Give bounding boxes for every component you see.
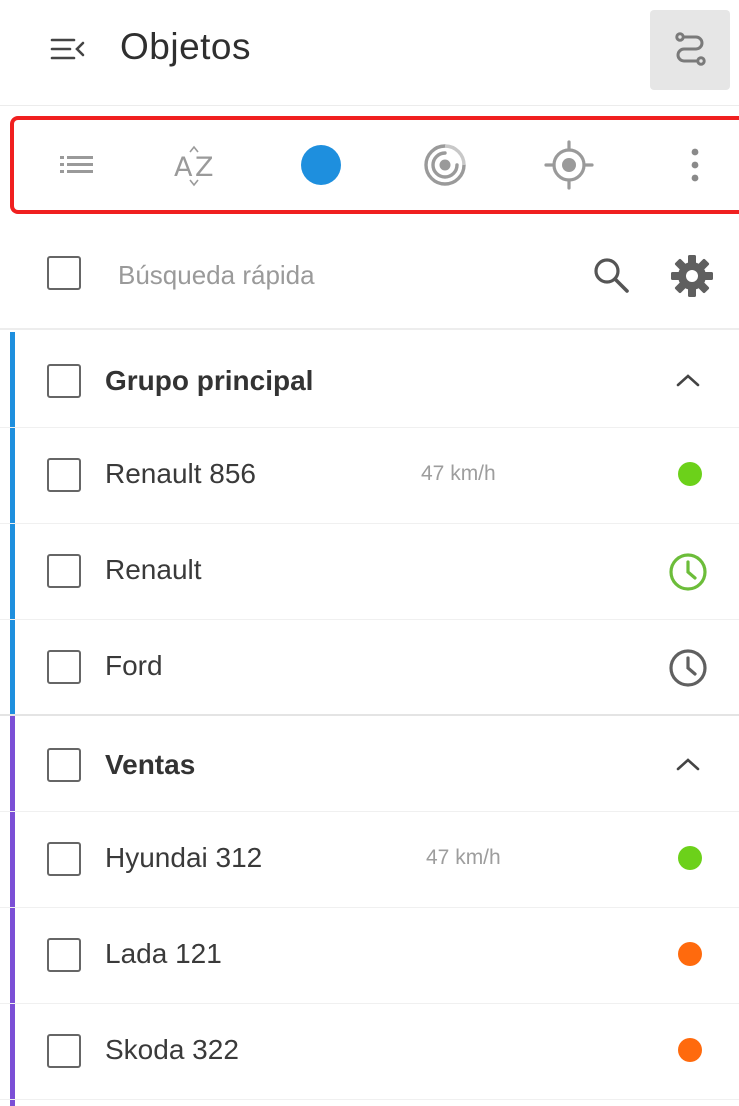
moving-status-dot <box>678 846 702 870</box>
clock-icon <box>666 646 710 690</box>
group-name: Ventas <box>105 749 196 780</box>
signal-icon <box>424 144 466 186</box>
item-speed: 47 km/h <box>421 462 496 485</box>
svg-text:A: A <box>174 152 193 183</box>
item-name: Renault <box>105 554 202 585</box>
search-input[interactable]: Búsqueda rápida <box>118 260 315 291</box>
list-icon <box>60 156 93 173</box>
more-button[interactable] <box>660 120 730 210</box>
list-view-button[interactable] <box>42 120 112 210</box>
header: Objetos <box>0 0 739 106</box>
list-item[interactable]: Lada 121 <box>0 908 739 1004</box>
route-button[interactable] <box>650 10 730 90</box>
sort-az-icon: A Z <box>174 145 214 187</box>
status-filter-button[interactable] <box>286 120 356 210</box>
list-item[interactable]: Skoda 322 <box>0 1004 739 1100</box>
item-name: Skoda 322 <box>105 1034 239 1065</box>
item-checkbox[interactable] <box>47 842 81 876</box>
object-group: Ventas Hyundai 312 47 km/h Lada 121 Skod… <box>0 716 739 1106</box>
list-item[interactable]: Renault <box>0 524 739 620</box>
list-item[interactable]: Hyundai 312 47 km/h <box>0 812 739 908</box>
signal-button[interactable] <box>410 120 480 210</box>
group-header[interactable]: Grupo principal <box>0 332 739 428</box>
item-checkbox[interactable] <box>47 650 81 684</box>
locate-button[interactable] <box>534 120 604 210</box>
gear-icon[interactable] <box>668 252 716 300</box>
object-group: Grupo principal Renault 856 47 km/h Rena… <box>0 332 739 716</box>
collapse-menu-icon[interactable] <box>46 32 90 66</box>
item-checkbox[interactable] <box>47 554 81 588</box>
list-item[interactable]: Ford <box>0 620 739 716</box>
chevron-up-icon[interactable] <box>672 370 704 392</box>
svg-text:Z: Z <box>195 152 214 183</box>
chevron-up-icon[interactable] <box>672 754 704 776</box>
item-name: Hyundai 312 <box>105 842 263 873</box>
stopped-status-dot <box>678 1038 702 1062</box>
item-name: Lada 121 <box>105 938 222 969</box>
sort-button[interactable]: A Z <box>162 120 232 210</box>
status-dot-icon <box>301 145 341 185</box>
search-row: Búsqueda rápida <box>0 232 739 330</box>
item-name: Renault 856 <box>105 458 257 489</box>
group-name: Grupo principal <box>105 365 314 396</box>
select-all-checkbox[interactable] <box>47 256 81 290</box>
object-toolbar: A Z <box>10 116 739 214</box>
item-checkbox[interactable] <box>47 458 81 492</box>
moving-status-dot <box>678 462 702 486</box>
clock-icon <box>666 550 710 594</box>
group-header[interactable]: Ventas <box>0 716 739 812</box>
locate-icon <box>544 140 594 190</box>
item-checkbox[interactable] <box>47 938 81 972</box>
stopped-status-dot <box>678 942 702 966</box>
more-vert-icon <box>691 148 699 182</box>
item-speed: 47 km/h <box>426 846 501 869</box>
group-checkbox[interactable] <box>47 748 81 782</box>
group-checkbox[interactable] <box>47 364 81 398</box>
item-name: Ford <box>105 650 163 681</box>
list-item[interactable]: Renault 856 47 km/h <box>0 428 739 524</box>
page-title: Objetos <box>120 26 252 67</box>
route-icon <box>670 28 710 73</box>
search-icon[interactable] <box>590 254 634 298</box>
item-checkbox[interactable] <box>47 1034 81 1068</box>
